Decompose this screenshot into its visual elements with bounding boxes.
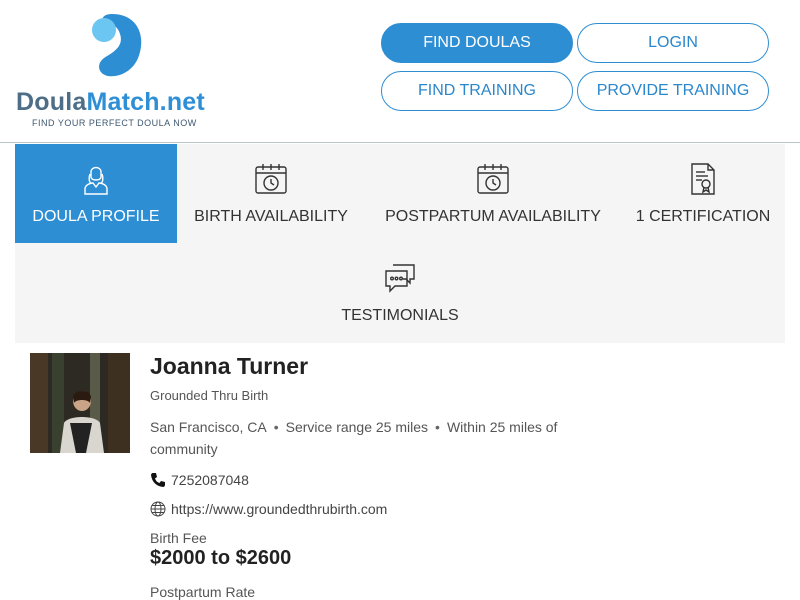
certificate-icon [691, 163, 715, 195]
tab-doula-profile[interactable]: DOULA PROFILE [15, 144, 177, 243]
tab-label: POSTPARTUM AVAILABILITY [385, 208, 601, 225]
bullet-separator: • [273, 419, 279, 435]
postpartum-rate-label: Postpartum Rate [150, 584, 256, 600]
tab-label: 1 CERTIFICATION [635, 208, 771, 225]
location-text: San Francisco, CA [150, 419, 267, 435]
tab-postpartum-availability[interactable]: POSTPARTUM AVAILABILITY [365, 144, 621, 243]
website-row[interactable]: https://www.groundedthrubirth.com [150, 501, 387, 517]
globe-icon [150, 501, 166, 517]
doula-person-icon [84, 166, 108, 195]
phone-number[interactable]: 7252087048 [171, 472, 249, 488]
calendar-clock-icon [255, 164, 287, 194]
bullet-separator: • [435, 419, 440, 435]
chat-bubbles-icon [385, 264, 415, 293]
tab-label: TESTIMONIALS [341, 307, 459, 324]
doula-location-info: San Francisco, CA • Service range 25 miles… [150, 416, 610, 460]
logo-word-1: Doula [16, 88, 87, 116]
find-training-button[interactable]: FIND TRAINING [381, 71, 573, 111]
doula-photo [30, 353, 130, 453]
tab-birth-availability[interactable]: BIRTH AVAILABILITY [177, 144, 365, 243]
logo-tagline: FIND YOUR PERFECT DOULA NOW [32, 118, 197, 128]
birth-fee-label: Birth Fee [150, 530, 207, 546]
site-header: DoulaMatch.net FIND YOUR PERFECT DOULA N… [0, 0, 800, 143]
logo-word-2: Match.net [86, 88, 205, 116]
logo-drop-icon [92, 14, 142, 77]
find-doulas-button[interactable]: FIND DOULAS [381, 23, 573, 63]
website-link[interactable]: https://www.groundedthrubirth.com [171, 501, 387, 517]
doula-organization: Grounded Thru Birth [150, 388, 269, 403]
logo-wordmark: DoulaMatch.net [16, 88, 205, 117]
login-button[interactable]: LOGIN [577, 23, 769, 63]
tab-certification[interactable]: 1 CERTIFICATION [621, 144, 785, 243]
provide-training-button[interactable]: PROVIDE TRAINING [577, 71, 769, 111]
phone-row[interactable]: 7252087048 [150, 472, 249, 488]
tab-label: BIRTH AVAILABILITY [194, 208, 348, 225]
site-logo[interactable]: DoulaMatch.net FIND YOUR PERFECT DOULA N… [16, 12, 216, 132]
birth-fee-value: $2000 to $2600 [150, 547, 292, 569]
doula-name: Joanna Turner [150, 353, 309, 379]
profile-photo-image [30, 353, 130, 453]
service-range-text: Service range 25 miles [285, 419, 429, 435]
phone-icon [151, 473, 165, 487]
tab-testimonials[interactable]: TESTIMONIALS [315, 243, 485, 342]
profile-tabs: DOULA PROFILE BIRTH AVAILABILITY POSTPAR… [15, 144, 785, 343]
calendar-clock-icon [477, 164, 509, 194]
tab-label: DOULA PROFILE [32, 208, 160, 225]
